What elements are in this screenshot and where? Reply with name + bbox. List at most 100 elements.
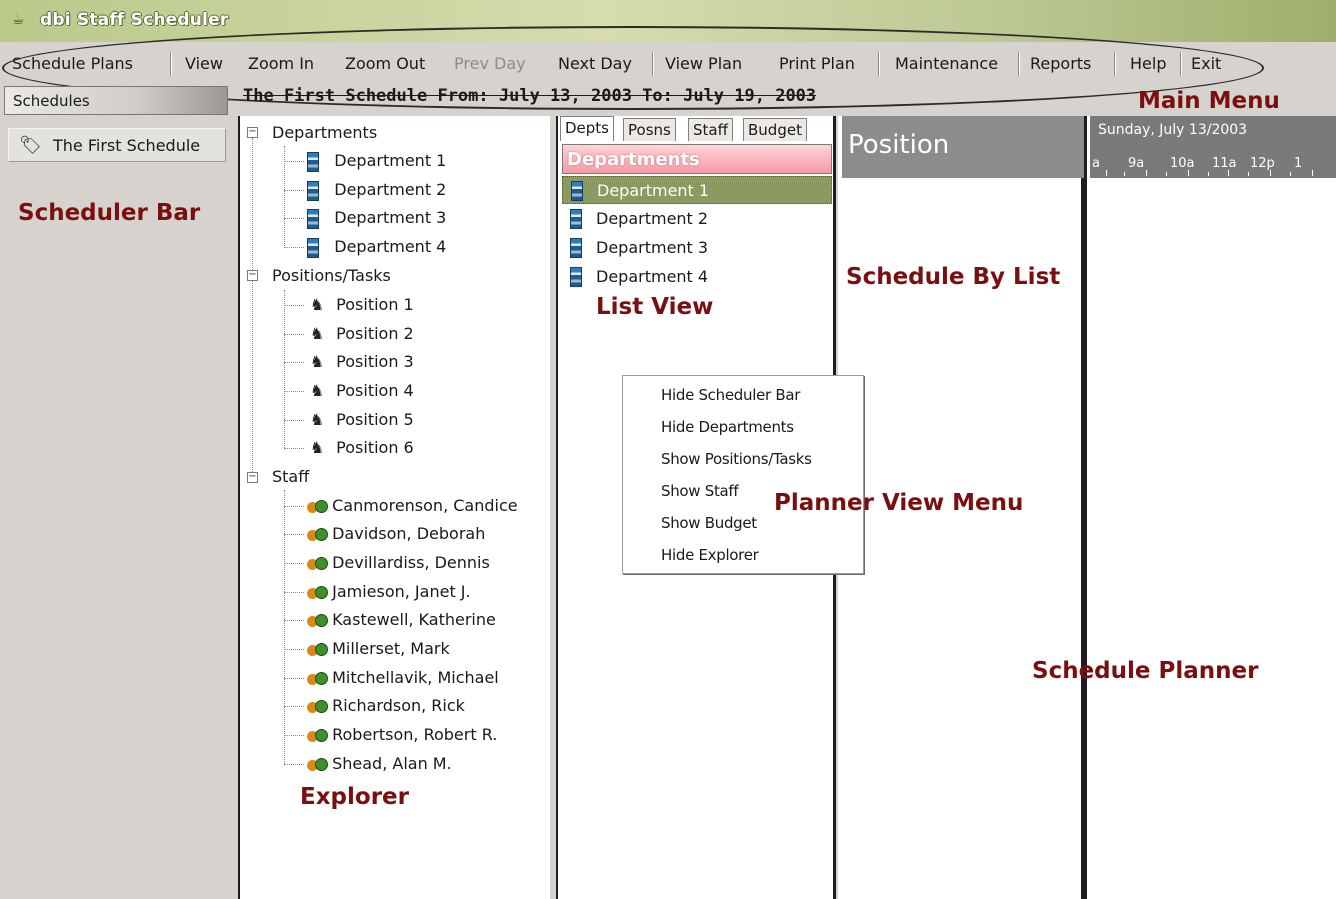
tree-item-staff[interactable]: Kastewell, Katherine bbox=[307, 610, 496, 629]
menu-print-plan[interactable]: Print Plan bbox=[779, 54, 855, 73]
menu-zoom-in[interactable]: Zoom In bbox=[248, 54, 314, 73]
tree-item-department[interactable]: Department 2 bbox=[307, 180, 446, 201]
tree-line bbox=[284, 592, 304, 593]
hour-tick bbox=[1124, 172, 1125, 176]
tab-staff[interactable]: Staff bbox=[688, 118, 733, 141]
menu-exit[interactable]: Exit bbox=[1191, 54, 1221, 73]
annotation-schedule-planner: Schedule Planner bbox=[1032, 658, 1259, 684]
hour-tick bbox=[1166, 172, 1167, 176]
tree-item-staff[interactable]: Jamieson, Janet J. bbox=[307, 582, 471, 601]
tree-group-positions[interactable]: Positions/Tasks bbox=[272, 266, 391, 285]
staff-icon bbox=[307, 585, 328, 600]
tree-item-staff[interactable]: Richardson, Rick bbox=[307, 696, 465, 715]
tree-line bbox=[284, 448, 304, 449]
schedule-planner-pane bbox=[1084, 116, 1336, 899]
staff-icon bbox=[307, 642, 328, 657]
scheduler-bar-header-label: Schedules bbox=[13, 92, 90, 110]
tree-line bbox=[284, 305, 304, 306]
annotation-list-view: List View bbox=[596, 294, 714, 320]
planner-date-label: Sunday, July 13/2003 bbox=[1098, 122, 1248, 138]
staff-icon bbox=[307, 556, 328, 571]
tree-item-position[interactable]: ♞ Position 6 bbox=[308, 438, 414, 457]
tree-item-position[interactable]: ♞ Position 1 bbox=[308, 295, 414, 314]
hour-tick bbox=[1270, 170, 1271, 176]
menu-view-plan[interactable]: View Plan bbox=[665, 54, 742, 73]
menu-item-show-budget[interactable]: Show Budget bbox=[661, 514, 757, 532]
tree-item-position[interactable]: ♞ Position 2 bbox=[308, 324, 414, 343]
tree-collapse-toggle[interactable]: − bbox=[247, 127, 258, 138]
tree-line bbox=[284, 649, 304, 650]
list-row-department[interactable]: Department 1 bbox=[562, 176, 832, 204]
tree-item-department[interactable]: Department 1 bbox=[307, 151, 446, 172]
menu-help[interactable]: Help bbox=[1130, 54, 1166, 73]
menu-item-hide-departments[interactable]: Hide Departments bbox=[661, 418, 794, 436]
tree-item-position[interactable]: ♞ Position 3 bbox=[308, 352, 414, 371]
hour-tick bbox=[1188, 170, 1189, 176]
tree-item-staff[interactable]: Robertson, Robert R. bbox=[307, 725, 497, 744]
menu-prev-day[interactable]: Prev Day bbox=[454, 54, 526, 73]
staff-icon bbox=[307, 699, 328, 714]
staff-icon bbox=[307, 613, 328, 628]
schedule-title: The First Schedule From: July 13, 2003 T… bbox=[243, 86, 817, 106]
menu-item-hide-scheduler-bar[interactable]: Hide Scheduler Bar bbox=[661, 386, 800, 404]
department-icon bbox=[570, 267, 582, 287]
tree-item-department[interactable]: Department 4 bbox=[307, 237, 446, 258]
tree-collapse-toggle[interactable]: − bbox=[247, 472, 258, 483]
list-row-department[interactable]: Department 4 bbox=[562, 263, 832, 291]
menu-item-hide-explorer[interactable]: Hide Explorer bbox=[661, 546, 759, 564]
tree-line bbox=[284, 391, 304, 392]
tree-line bbox=[252, 138, 253, 478]
tree-item-label: Kastewell, Katherine bbox=[332, 610, 496, 629]
menu-schedule-plans[interactable]: Schedule Plans bbox=[12, 54, 133, 73]
window-title: dbi Staff Scheduler bbox=[40, 10, 229, 30]
menu-reports[interactable]: Reports bbox=[1030, 54, 1091, 73]
list-row-department[interactable]: Department 3 bbox=[562, 234, 832, 262]
tree-item-label: Position 5 bbox=[336, 410, 414, 429]
staff-icon bbox=[307, 728, 328, 743]
tree-group-staff[interactable]: Staff bbox=[272, 467, 309, 486]
hour-tick bbox=[1312, 170, 1313, 176]
tab-budget[interactable]: Budget bbox=[743, 118, 807, 141]
menu-next-day[interactable]: Next Day bbox=[558, 54, 632, 73]
menu-separator bbox=[1180, 52, 1182, 76]
schedule-tag-icon: 🏷 bbox=[19, 135, 42, 156]
menu-maintenance[interactable]: Maintenance bbox=[895, 54, 998, 73]
tree-line bbox=[284, 534, 304, 535]
tree-item-label: Department 1 bbox=[334, 151, 447, 170]
position-icon: ♞ bbox=[309, 352, 325, 371]
hour-tick bbox=[1208, 172, 1209, 176]
tree-collapse-toggle[interactable]: − bbox=[247, 270, 258, 281]
menu-view[interactable]: View bbox=[185, 54, 223, 73]
menu-separator bbox=[652, 52, 654, 76]
menu-zoom-out[interactable]: Zoom Out bbox=[345, 54, 425, 73]
department-icon bbox=[307, 151, 319, 172]
tab-depts[interactable]: Depts bbox=[560, 116, 614, 141]
department-icon bbox=[307, 180, 319, 201]
list-row-department[interactable]: Department 2 bbox=[562, 205, 832, 233]
menu-item-show-staff[interactable]: Show Staff bbox=[661, 482, 739, 500]
tree-item-position[interactable]: ♞ Position 5 bbox=[308, 410, 414, 429]
tree-item-staff[interactable]: Devillardiss, Dennis bbox=[307, 553, 490, 572]
tree-item-staff[interactable]: Shead, Alan M. bbox=[307, 754, 452, 773]
tree-item-staff[interactable]: Millerset, Mark bbox=[307, 639, 450, 658]
annotation-planner-view-menu: Planner View Menu bbox=[774, 490, 1024, 516]
tree-item-department[interactable]: Department 3 bbox=[307, 208, 446, 229]
tree-item-label: Mitchellavik, Michael bbox=[332, 668, 499, 687]
hour-label: 11a bbox=[1212, 156, 1237, 171]
tree-group-departments[interactable]: Departments bbox=[272, 123, 377, 142]
tree-line bbox=[284, 506, 304, 507]
tree-line bbox=[284, 735, 304, 736]
tree-item-label: Shead, Alan M. bbox=[332, 754, 452, 773]
scheduler-bar-item-first-schedule[interactable]: 🏷 The First Schedule bbox=[8, 128, 226, 162]
tree-item-staff[interactable]: Davidson, Deborah bbox=[307, 524, 485, 543]
tree-item-label: Position 4 bbox=[336, 381, 414, 400]
tree-item-staff[interactable]: Mitchellavik, Michael bbox=[307, 668, 499, 687]
department-icon bbox=[307, 237, 319, 258]
list-row-label: Department 2 bbox=[596, 209, 709, 228]
position-icon: ♞ bbox=[309, 295, 325, 314]
menu-item-show-positions-tasks[interactable]: Show Positions/Tasks bbox=[661, 450, 812, 468]
tree-item-staff[interactable]: Canmorenson, Candice bbox=[307, 496, 518, 515]
tab-posns[interactable]: Posns bbox=[623, 118, 676, 141]
department-icon bbox=[570, 238, 582, 258]
tree-item-position[interactable]: ♞ Position 4 bbox=[308, 381, 414, 400]
